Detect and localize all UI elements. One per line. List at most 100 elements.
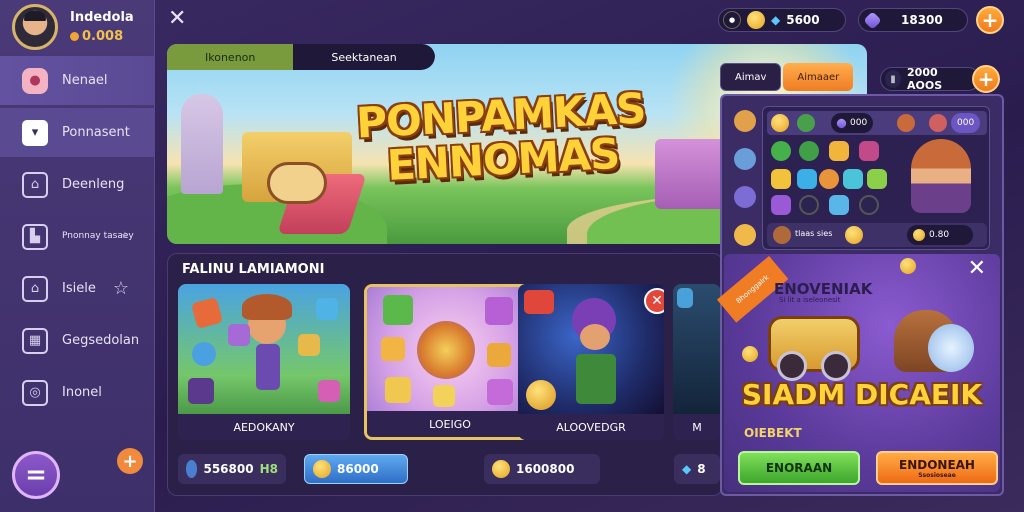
add-button-small[interactable]: + (117, 448, 143, 474)
lime-gem[interactable] (867, 169, 887, 189)
close-icon[interactable]: ✕ (968, 256, 986, 281)
game-card[interactable]: AEDOKANY (178, 284, 350, 440)
back-icon[interactable]: ● (723, 11, 741, 29)
promo-orange-button[interactable]: ENDONEAH Ssosioseae (876, 451, 998, 485)
slot-icon[interactable] (734, 224, 756, 246)
match-grid[interactable]: 000 000 tlaas sies 0.80 (762, 106, 990, 250)
game-card-caption: LOEIGO (367, 411, 533, 437)
car-illustration (768, 316, 860, 381)
house-icon: ⌂ (22, 275, 48, 302)
coin-balance-pill: ● ◆ 5600 (718, 8, 846, 32)
promo-card[interactable]: Bhonggalrk ✕ ENOVENIAK Si lit a iseleone… (716, 254, 1000, 492)
profile-coins: 0.008 (70, 29, 123, 44)
hero-title: PONPAMKAS ENNOMAS (350, 83, 654, 190)
game-card-art (518, 284, 664, 414)
side-tabs: Aimav Aimaaer (720, 63, 854, 91)
game-card[interactable]: M (673, 284, 721, 440)
sidebar-item-label: Isiele (62, 281, 96, 296)
coin-icon (747, 11, 765, 29)
tab-aimav[interactable]: Aimav (720, 63, 782, 91)
sidebar-item-0[interactable]: ● Nenael (0, 56, 155, 105)
fox-character (911, 139, 971, 213)
tab-ikonenon[interactable]: Ikonenon (167, 44, 294, 70)
empty-slot[interactable] (859, 195, 879, 215)
circle-icon: ◎ (22, 379, 48, 406)
add-currency-button[interactable]: + (976, 6, 1004, 34)
button-label: ENDONEAH (899, 457, 975, 472)
resource-pill: 556800 H8 (178, 454, 286, 484)
resource-pill[interactable]: 86000 (304, 454, 408, 484)
game-card-caption: ALOOVEDGR (518, 414, 664, 440)
avatar[interactable] (12, 4, 58, 50)
slot-icon[interactable] (734, 148, 756, 170)
piggy-icon: ● (22, 67, 48, 94)
coin-icon (771, 114, 789, 132)
game-card-art (367, 287, 533, 417)
sidebar-item-3[interactable]: ▙ Pnonnay tasaey ☆ (0, 212, 155, 261)
diamond-icon: ◆ (771, 13, 781, 27)
toy-illustration (267, 162, 327, 204)
resource-value: 86000 (337, 462, 379, 476)
hero-tabs: Ikonenon Seektanean (167, 44, 435, 70)
sidebar-item-6[interactable]: ◎ Inonel (0, 368, 155, 417)
yellow-gem[interactable] (829, 141, 849, 161)
chip-value: 000 (850, 118, 868, 128)
coin-balance: 5600 (786, 13, 820, 27)
blue-gem[interactable] (829, 195, 849, 215)
green-gem[interactable] (771, 141, 791, 161)
blue-gem[interactable] (797, 169, 817, 189)
coin-icon (900, 258, 916, 274)
sidebar-nav: ● Nenael ▾ Ponnasent ⌂ Deenleng ▙ Pnonna… (0, 56, 155, 420)
gem-balance: 18300 (901, 13, 943, 27)
star-icon[interactable]: ☆ (113, 278, 129, 299)
pink-gem[interactable] (859, 141, 879, 161)
close-icon[interactable]: ✕ (168, 6, 186, 31)
heart-icon (929, 114, 947, 132)
plus-icon: + (977, 67, 995, 91)
close-card-button[interactable]: ✕ (644, 288, 664, 314)
section-title: FALINU LAMIAMONI (182, 262, 325, 277)
promo-main-title: SIADM DICAEIK (741, 378, 983, 411)
cyan-gem[interactable] (843, 169, 863, 189)
sidebar-item-label: Gegsedolan (62, 333, 140, 348)
empty-slot[interactable] (799, 195, 819, 215)
grid-footer: tlaas sies 0.80 (767, 223, 987, 247)
button-sublabel: Ssosioseae (918, 471, 956, 479)
sidebar-item-label: Deenleng (62, 177, 125, 192)
coin-icon (913, 229, 925, 241)
sidebar-item-label: Ponnasent (62, 125, 130, 140)
promo-green-button[interactable]: ENORAAN (738, 451, 860, 485)
slot-icon[interactable] (734, 110, 756, 132)
green-gem[interactable] (799, 141, 819, 161)
resource-pill: ◆ 8 (674, 454, 720, 484)
promo-subtitle: Si lit a iseleonesit (779, 296, 841, 304)
sidebar: Indedola 0.008 ● Nenael ▾ Ponnasent ⌂ De… (0, 0, 155, 512)
sidebar-item-4[interactable]: ⌂ Isiele ☆ (0, 264, 155, 313)
add-balance-button[interactable]: + (972, 65, 1000, 93)
sidebar-item-2[interactable]: ⌂ Deenleng (0, 160, 155, 209)
grid-chip: 000 (831, 113, 874, 133)
shield-illustration (928, 324, 974, 372)
game-card-caption: AEDOKANY (178, 414, 350, 440)
tab-seektanean[interactable]: Seektanean (293, 44, 435, 70)
sidebar-item-1[interactable]: ▾ Ponnasent (0, 108, 155, 157)
plus-icon: + (122, 450, 138, 472)
orange-gem[interactable] (819, 169, 839, 189)
chart-icon: ▙ (22, 223, 48, 250)
star-icon[interactable]: ☆ (121, 231, 129, 242)
side-balance-pill: ▮ 2000 AOOS (880, 66, 980, 92)
gem-icon (835, 116, 848, 130)
purple-gem[interactable] (771, 195, 791, 215)
game-card-selected[interactable]: LOEIGO (364, 284, 536, 440)
slot-icon[interactable] (734, 186, 756, 208)
profile-coins-value: 0.008 (82, 29, 124, 44)
tab-aimaaer[interactable]: Aimaaer (783, 63, 854, 91)
sidebar-item-5[interactable]: ▦ Gegsedolan (0, 316, 155, 365)
resource-value: 8 (697, 462, 706, 476)
profile-card[interactable]: Indedola 0.008 (12, 4, 152, 52)
game-card-art (178, 284, 350, 414)
yellow-gem[interactable] (771, 169, 791, 189)
game-card[interactable]: ✕ ALOOVEDGR (518, 284, 664, 440)
menu-button[interactable]: = (12, 451, 60, 499)
profile-name: Indedola (70, 10, 134, 25)
